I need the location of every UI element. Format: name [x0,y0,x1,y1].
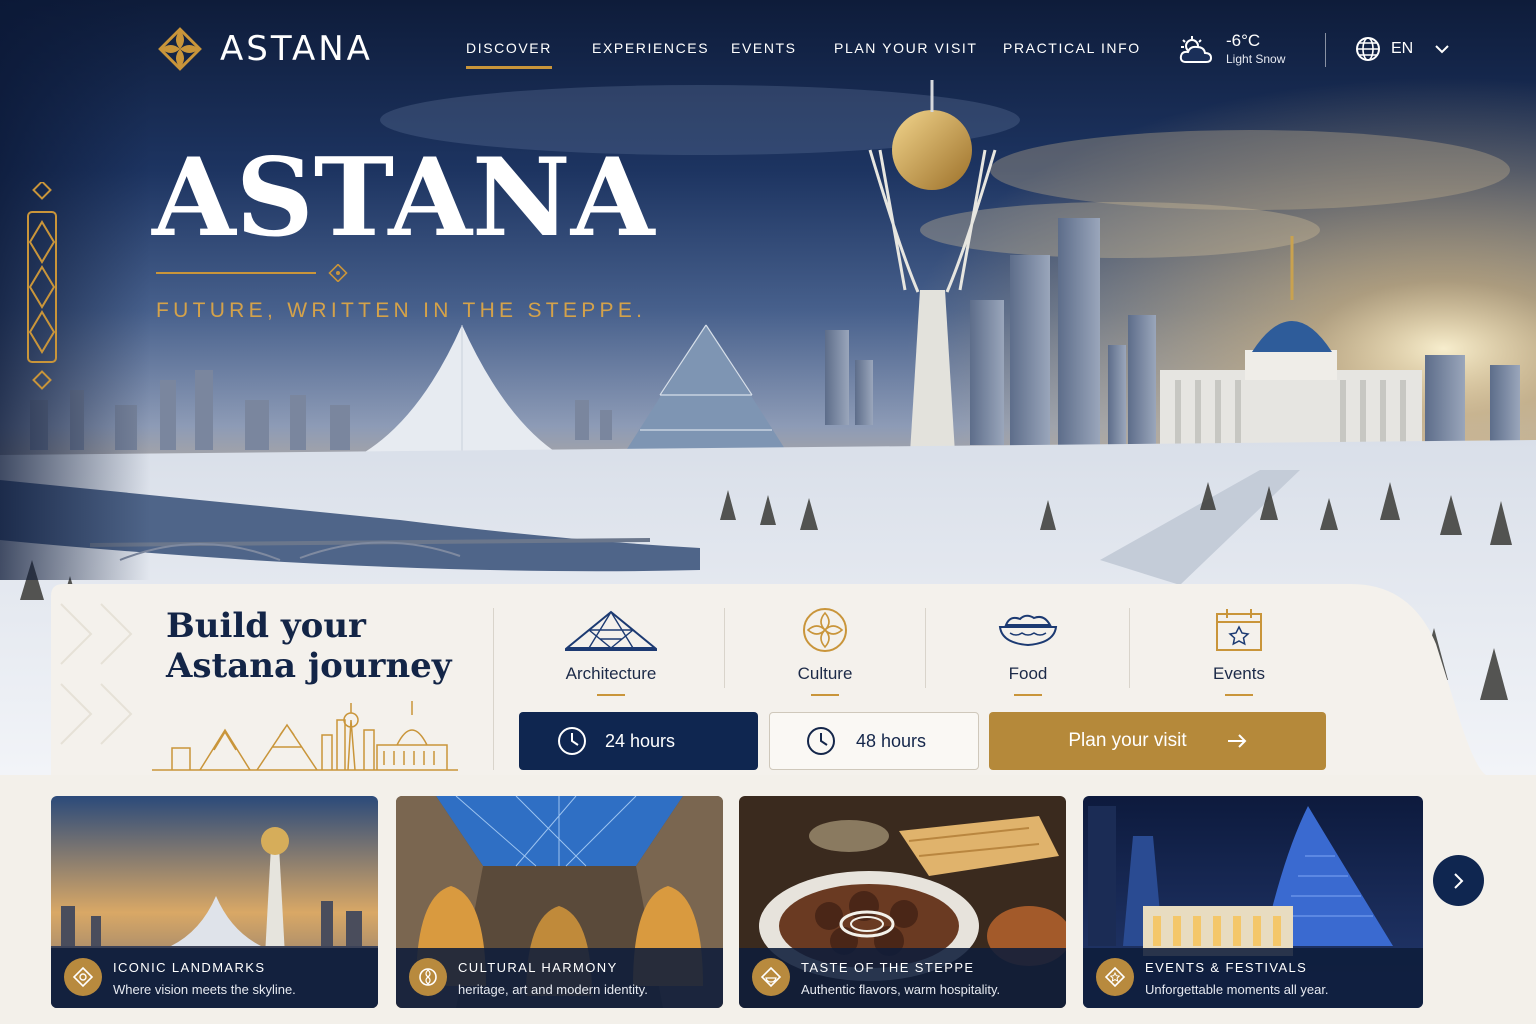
journey-title: Build your Astana journey [166,606,452,686]
card-subtitle: heritage, art and modern identity. [458,982,648,997]
journey-title-line2: Astana journey [166,646,452,686]
duration-48-hours-button[interactable]: 48 hours [769,712,979,770]
vertical-ornament-icon [27,182,57,390]
card-taste-of-the-steppe[interactable]: TASTE OF THE STEPPE Authentic flavors, w… [739,796,1066,1008]
category-label: Culture [797,664,853,683]
clock-icon [558,727,586,755]
plan-your-visit-label: Plan your visit [1068,730,1187,751]
ornament-icon [803,608,847,652]
clock-icon [807,727,835,755]
panel-divider [493,608,494,770]
calendar-star-icon [1216,609,1262,651]
nav-link-experiences[interactable]: EXPERIENCES [592,40,709,56]
category-culture[interactable]: Culture [725,606,925,696]
carousel-next-button[interactable] [1433,855,1484,906]
nav-link-discover[interactable]: DISCOVER [466,40,552,69]
pyramid-icon [565,610,657,651]
card-iconic-landmarks[interactable]: ICONIC LANDMARKS Where vision meets the … [51,796,378,1008]
astana-emblem-icon [158,27,202,71]
journey-title-line1: Build your [166,606,366,646]
card-title: ICONIC LANDMARKS [113,960,266,975]
weather-temperature: -6°C [1226,31,1261,50]
plan-your-visit-button[interactable]: Plan your visit [989,712,1326,770]
category-food[interactable]: Food [928,606,1128,696]
brand-name: ASTANA [220,29,373,69]
dish-icon [998,614,1058,647]
language-selector[interactable]: EN [1355,36,1449,62]
category-underline [1225,694,1253,696]
duration-label: 48 hours [856,730,927,751]
skyline-illustration [152,701,458,771]
card-subtitle: Authentic flavors, warm hospitality. [801,982,1001,997]
brand-logo[interactable]: ASTANA [152,20,373,78]
nav-divider [1325,33,1326,67]
landmark-badge-icon [64,958,102,996]
card-caption-bar [1083,948,1423,1008]
duration-label: 24 hours [605,730,676,751]
category-underline [597,694,625,696]
duration-24-hours-button[interactable]: 24 hours [519,712,758,770]
category-architecture[interactable]: Architecture [511,606,711,696]
nav-link-practical-info[interactable]: PRACTICAL INFO [1003,40,1141,56]
weather-widget: -6°C Light Snow [1178,32,1285,68]
category-underline [1014,694,1042,696]
nav-link-plan-your-visit[interactable]: PLAN YOUR VISIT [834,40,978,56]
food-badge-icon [752,958,790,996]
category-underline [811,694,839,696]
nav-link-events[interactable]: EVENTS [731,40,797,56]
events-badge-icon [1096,958,1134,996]
panel-divider [925,608,926,688]
hero-tagline: FUTURE, WRITTEN IN THE STEPPE. [156,299,647,322]
chevron-down-icon [1435,45,1449,54]
arrow-right-icon [1227,734,1247,748]
language-code: EN [1391,40,1414,57]
weather-description: Light Snow [1226,52,1286,66]
top-navigation: ASTANA DISCOVER EXPERIENCES EVENTS PLAN … [0,0,1536,100]
card-title: TASTE OF THE STEPPE [801,960,975,975]
card-title: EVENTS & FESTIVALS [1145,960,1308,975]
category-events[interactable]: Events [1139,606,1339,696]
category-label: Events [1213,664,1265,683]
category-label: Architecture [565,664,657,683]
card-subtitle: Where vision meets the skyline. [113,982,296,997]
card-events-festivals[interactable]: EVENTS & FESTIVALS Unforgettable moments… [1083,796,1423,1008]
hero-title: ASTANA [152,135,655,261]
panel-divider [1129,608,1130,688]
card-title: CULTURAL HARMONY [458,960,618,975]
globe-icon [1356,37,1380,61]
chevron-right-icon [1453,872,1463,889]
category-label: Food [1008,664,1048,683]
card-subtitle: Unforgettable moments all year. [1145,982,1329,997]
snow-cloud-icon [1179,36,1213,63]
card-cultural-harmony[interactable]: CULTURAL HARMONY heritage, art and moder… [396,796,723,1008]
gold-divider-ornament [156,264,348,282]
culture-badge-icon [409,958,447,996]
